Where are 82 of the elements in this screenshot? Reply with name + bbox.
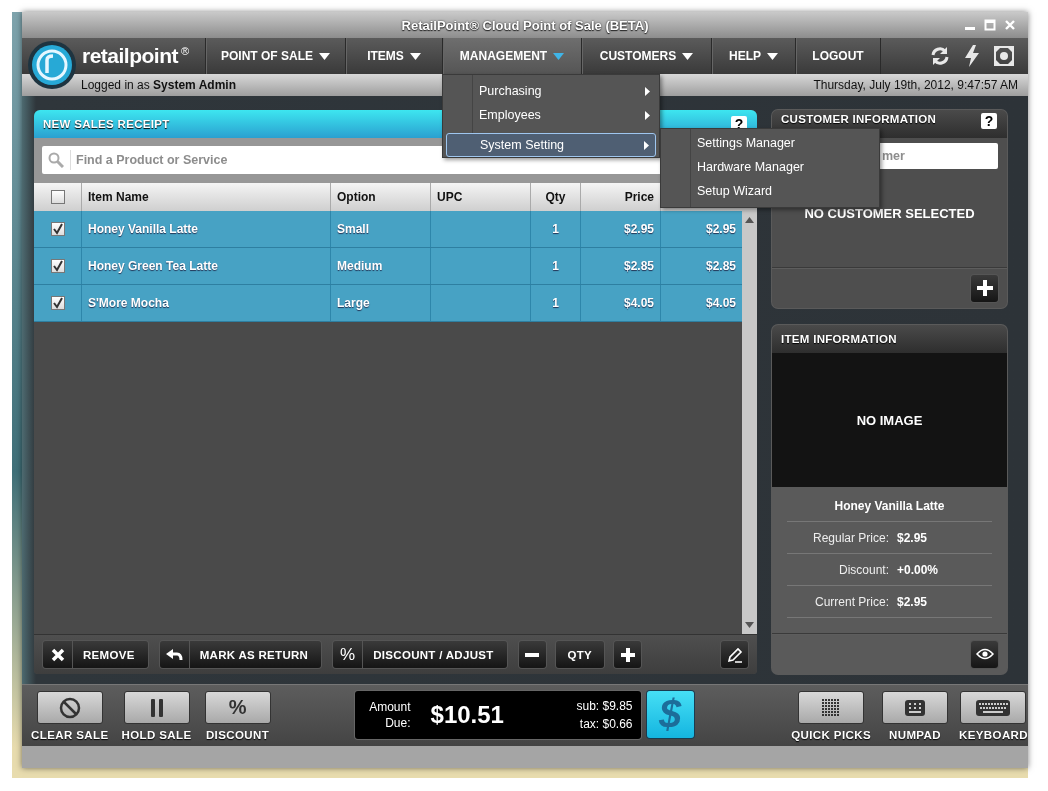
field-value: $2.95 xyxy=(897,530,928,545)
mark-as-return-button[interactable]: MARK AS RETURN xyxy=(159,641,322,668)
caret-icon xyxy=(409,52,421,60)
discount-adjust-button[interactable]: % DISCOUNT / ADJUST xyxy=(333,641,507,668)
table-cell: Medium xyxy=(331,248,431,284)
date-time: Thursday, July 19th, 2012, 9:47:57 AM xyxy=(813,78,1018,92)
field-value: $2.95 xyxy=(897,594,928,609)
decrease-button[interactable] xyxy=(518,641,546,668)
table-cell: 1 xyxy=(531,285,581,321)
view-button[interactable] xyxy=(971,640,998,668)
close-icon[interactable] xyxy=(1004,19,1016,31)
caret-icon xyxy=(767,52,778,60)
nav-menu[interactable]: MANAGEMENT xyxy=(442,38,581,74)
subtotal: sub: $9.85 xyxy=(576,699,633,713)
field-label: Regular Price: xyxy=(811,530,889,545)
checkbox[interactable] xyxy=(50,190,65,204)
tax: tax: $0.66 xyxy=(579,717,633,731)
plus-icon xyxy=(620,647,635,662)
checkbox[interactable] xyxy=(50,222,65,236)
field-label: Current Price: xyxy=(813,594,889,609)
table-cell: $2.85 xyxy=(581,248,661,284)
scroll-up-icon[interactable] xyxy=(745,217,754,223)
table-cell: 1 xyxy=(531,211,581,247)
eye-icon xyxy=(975,648,994,660)
login-status: Logged in as System Admin xyxy=(81,78,236,92)
lightning-icon[interactable] xyxy=(964,45,980,67)
table-cell: $2.95 xyxy=(581,211,661,247)
menu-item[interactable]: Employees xyxy=(446,103,656,127)
table-cell: S'More Mocha xyxy=(82,285,331,321)
caret-icon xyxy=(682,52,694,60)
submenu-arrow-icon xyxy=(644,140,649,150)
panel-title: CUSTOMER INFORMATION xyxy=(781,113,937,126)
field-label: Discount: xyxy=(837,562,889,577)
window-title: RetailPoint® Cloud Point of Sale (BETA) xyxy=(401,17,649,33)
refresh-icon[interactable] xyxy=(930,46,950,66)
close-icon xyxy=(50,647,65,662)
table-cell: Honey Vanilla Latte xyxy=(82,211,331,247)
table-cell: $4.05 xyxy=(581,285,661,321)
pencil-icon xyxy=(726,646,743,663)
pause-icon xyxy=(149,698,164,717)
panel-title: ITEM INFORMATION xyxy=(781,333,897,345)
increase-button[interactable] xyxy=(614,641,642,668)
amount-label: Amount Due: xyxy=(368,699,411,731)
customer-search-field[interactable]: mer xyxy=(880,143,998,169)
menu-item[interactable]: Purchasing xyxy=(446,79,656,103)
checkbox[interactable] xyxy=(50,259,65,273)
field-value: +0.00% xyxy=(897,562,939,577)
no-image-label: NO IMAGE xyxy=(856,412,923,428)
add-customer-button[interactable] xyxy=(971,274,998,302)
remove-button[interactable]: REMOVE xyxy=(43,641,148,668)
search-icon xyxy=(48,152,64,168)
help-button[interactable]: ? xyxy=(981,113,997,129)
panel-title: NEW SALES RECEIPT xyxy=(43,118,170,130)
return-arrow-icon xyxy=(165,647,184,662)
table-cell-text: $4.05 xyxy=(704,295,737,312)
table-cell: Large xyxy=(331,285,431,321)
edit-button[interactable] xyxy=(721,641,748,668)
submenu-arrow-icon xyxy=(645,110,650,120)
caret-icon xyxy=(319,52,330,60)
scrollbar[interactable] xyxy=(742,211,757,634)
scroll-down-icon[interactable] xyxy=(745,622,754,628)
plus-icon xyxy=(976,280,993,296)
qty-button[interactable]: QTY xyxy=(555,641,605,668)
table-cell: Honey Green Tea Latte xyxy=(82,248,331,284)
menu-item[interactable]: System Setting xyxy=(446,133,656,157)
menu-item[interactable]: Setup Wizard xyxy=(661,179,879,203)
checkbox[interactable] xyxy=(50,296,65,310)
prohibited-icon xyxy=(58,696,81,719)
fullscreen-icon[interactable] xyxy=(994,46,1014,66)
caret-icon xyxy=(553,52,565,60)
item-name: Honey Vanilla Latte xyxy=(787,487,992,522)
amount-due: $10.51 xyxy=(430,701,504,729)
grid-icon xyxy=(822,698,841,717)
brand-name: retailpoint$^{®}$ xyxy=(82,44,190,68)
keyboard-icon xyxy=(976,699,1011,716)
table-cell-text: $2.85 xyxy=(704,258,737,275)
table-cell: 1 xyxy=(531,248,581,284)
submenu-arrow-icon xyxy=(645,86,650,96)
customer-status: NO CUSTOMER SELECTED xyxy=(803,204,976,223)
table-cell-text: $2.95 xyxy=(704,221,737,238)
numpad-icon xyxy=(905,699,925,716)
table-cell: Small xyxy=(331,211,431,247)
